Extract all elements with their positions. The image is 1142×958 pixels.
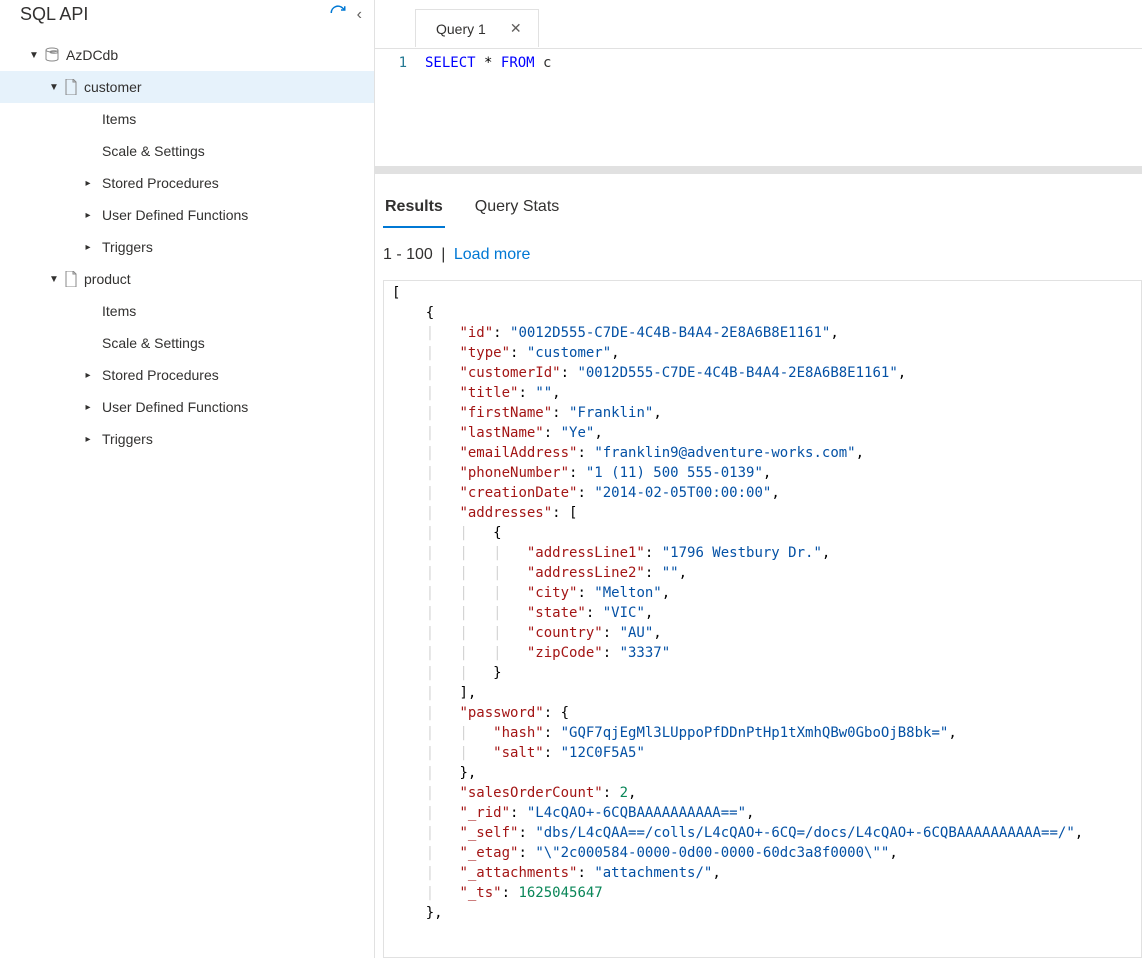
tree-item-sprocs[interactable]: ▸Stored Procedures xyxy=(0,359,374,391)
tree-item-sprocs[interactable]: ▸Stored Procedures xyxy=(0,167,374,199)
caret-down-icon: ▼ xyxy=(48,82,60,93)
tree-item-scale[interactable]: ▸Scale & Settings xyxy=(0,327,374,359)
collection-label: customer xyxy=(84,79,142,95)
tab-bar: Query 1 ✕ xyxy=(375,0,1142,48)
line-number: 1 xyxy=(375,53,425,73)
main-panel: Query 1 ✕ 1 SELECT * FROM c Results Quer… xyxy=(375,0,1142,958)
caret-right-icon: ▸ xyxy=(82,178,94,189)
tree-item-udf[interactable]: ▸User Defined Functions xyxy=(0,391,374,423)
collapse-panel-icon[interactable]: ‹ xyxy=(357,6,362,24)
sidebar-header: SQL API ‹ xyxy=(0,0,374,33)
close-icon[interactable]: ✕ xyxy=(510,20,522,37)
page-range: 1 - 100 xyxy=(383,246,433,263)
tab-label: Query 1 xyxy=(436,21,486,37)
caret-down-icon: ▼ xyxy=(28,50,40,61)
collection-icon xyxy=(64,271,78,287)
tree-item-triggers[interactable]: ▸Triggers xyxy=(0,423,374,455)
splitter-bar[interactable] xyxy=(375,166,1142,174)
tree-item-items[interactable]: ▸Items xyxy=(0,103,374,135)
result-tabs: Results Query Stats xyxy=(375,192,1142,228)
caret-right-icon: ▸ xyxy=(82,402,94,413)
caret-right-icon: ▸ xyxy=(82,210,94,221)
collection-label: product xyxy=(84,271,131,287)
caret-right-icon: ▸ xyxy=(82,434,94,445)
caret-right-icon: ▸ xyxy=(82,370,94,381)
pager: 1 - 100 | Load more xyxy=(375,228,1142,274)
tree-item-items[interactable]: ▸Items xyxy=(0,295,374,327)
database-node[interactable]: ▼ AzDCdb xyxy=(0,39,374,71)
query-editor[interactable]: 1 SELECT * FROM c xyxy=(375,48,1142,166)
query-tab[interactable]: Query 1 ✕ xyxy=(415,9,539,47)
caret-right-icon: ▸ xyxy=(82,242,94,253)
tree-item-udf[interactable]: ▸User Defined Functions xyxy=(0,199,374,231)
collection-node-customer[interactable]: ▼ customer xyxy=(0,71,374,103)
tab-query-stats[interactable]: Query Stats xyxy=(473,192,561,228)
refresh-icon[interactable] xyxy=(329,4,347,25)
caret-down-icon: ▼ xyxy=(48,274,60,285)
sidebar: SQL API ‹ ▼ AzDCdb ▼ xyxy=(0,0,375,958)
sidebar-title: SQL API xyxy=(20,4,88,25)
tab-results[interactable]: Results xyxy=(383,192,445,228)
tree-item-scale[interactable]: ▸Scale & Settings xyxy=(0,135,374,167)
database-label: AzDCdb xyxy=(66,47,118,63)
editor-content: SELECT * FROM c xyxy=(425,53,551,73)
tree-item-triggers[interactable]: ▸Triggers xyxy=(0,231,374,263)
resource-tree: ▼ AzDCdb ▼ customer ▸Items ▸Scale & Sett… xyxy=(0,33,374,455)
database-icon xyxy=(44,47,60,63)
load-more-link[interactable]: Load more xyxy=(454,246,531,263)
results-panel: Results Query Stats 1 - 100 | Load more … xyxy=(375,174,1142,958)
collection-icon xyxy=(64,79,78,95)
collection-node-product[interactable]: ▼ product xyxy=(0,263,374,295)
json-results-viewer[interactable]: [ { | "id": "0012D555-C7DE-4C4B-B4A4-2E8… xyxy=(383,280,1142,958)
